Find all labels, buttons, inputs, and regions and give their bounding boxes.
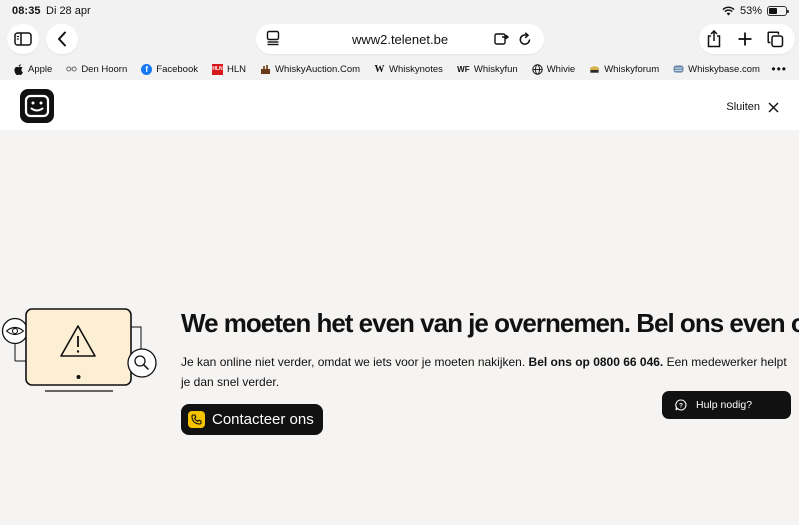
bookmark-whiskyfun[interactable]: WF Whiskyfun (457, 64, 518, 75)
close-icon (768, 102, 779, 112)
bookmark-whiskyauction[interactable]: WhiskyAuction.Com (260, 64, 360, 75)
whiskyfun-icon: WF (457, 64, 470, 74)
close-label: Sluiten (726, 101, 760, 113)
wifi-icon (722, 6, 735, 16)
bookmark-hln[interactable]: HLN HLN (212, 63, 246, 75)
bookmark-whivie[interactable]: Whivie (532, 63, 575, 75)
tabs-overview-icon[interactable] (767, 31, 784, 53)
chevron-left-icon (58, 31, 66, 47)
message-text: Je kan online niet verder, omdat we iets… (181, 355, 529, 369)
page-title: We moeten het even van je overnemen. Bel… (181, 308, 799, 338)
telenet-logo[interactable] (20, 89, 54, 123)
whiskyauction-icon (260, 64, 271, 75)
status-bar: 08:35 Di 28 apr 53% (0, 0, 799, 22)
extension-icon[interactable] (494, 32, 510, 51)
status-date: Di 28 apr (46, 5, 91, 17)
svg-text:?: ? (679, 403, 683, 410)
error-message: Je kan online niet verder, omdat we iets… (181, 352, 791, 392)
address-bar[interactable]: www2.telenet.be (256, 24, 544, 54)
bookmark-whiskybase[interactable]: Whiskybase.com (673, 64, 760, 75)
back-button[interactable] (46, 24, 78, 54)
warning-illustration (0, 305, 160, 400)
globe-icon (532, 63, 543, 75)
whiskybase-icon (673, 64, 684, 75)
close-button[interactable]: Sluiten (726, 101, 779, 113)
hln-icon: HLN (212, 63, 223, 75)
bookmark-facebook[interactable]: f Facebook (141, 63, 198, 75)
bookmark-den-hoorn[interactable]: Den Hoorn (66, 64, 127, 75)
status-time: 08:35 (12, 5, 41, 17)
status-right: 53% (722, 5, 789, 17)
whiskynotes-icon: W (374, 63, 385, 75)
browser-toolbar: www2.telenet.be (0, 22, 799, 58)
contact-button-label: Contacteer ons (212, 411, 314, 428)
bookmark-apple[interactable]: Apple (13, 64, 52, 75)
sidebar-icon (14, 32, 32, 46)
apple-icon (13, 63, 24, 75)
facebook-icon: f (141, 63, 153, 75)
bookmarks-bar: Apple Den Hoorn f Facebook HLN HLN Whisk… (0, 58, 799, 80)
battery-fill (769, 8, 778, 14)
phone-number: Bel ons op 0800 66 046. (528, 355, 664, 369)
share-icon[interactable] (706, 29, 722, 53)
more-bookmarks-icon[interactable]: ••• (771, 62, 787, 76)
phone-icon (188, 411, 205, 428)
site-header: Sluiten (0, 80, 799, 130)
help-label: Hulp nodig? (696, 399, 753, 411)
contact-button[interactable]: Contacteer ons (181, 404, 323, 435)
whiskyforum-icon (589, 64, 600, 75)
battery-percent: 53% (739, 5, 762, 17)
bookmark-whiskyforum[interactable]: Whiskyforum (589, 64, 659, 75)
bookmark-whiskynotes[interactable]: W Whiskynotes (374, 64, 443, 75)
new-tab-icon[interactable] (737, 31, 753, 52)
reload-icon[interactable] (518, 31, 532, 52)
help-chat-button[interactable]: ? Hulp nodig? (662, 391, 791, 419)
glasses-icon (66, 64, 77, 75)
sidebar-button[interactable] (7, 24, 39, 54)
chat-help-icon: ? (675, 399, 687, 411)
battery-icon (767, 6, 789, 16)
